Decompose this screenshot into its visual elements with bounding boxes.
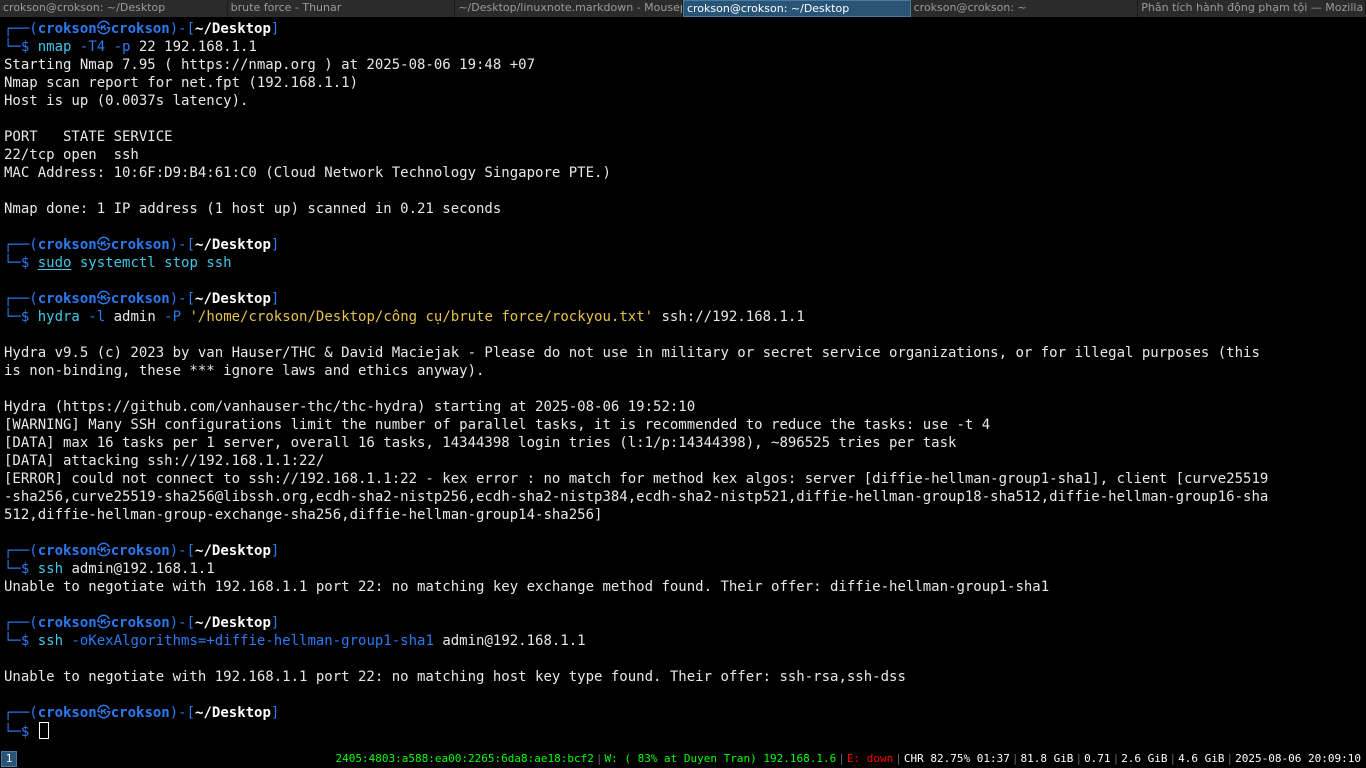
command-line-5: └─$ ssh -oKexAlgorithms=+diffie-hellman-… [4, 633, 586, 649]
command-line-4: └─$ ssh admin@192.168.1.1 [4, 561, 215, 577]
command-args: admin@192.168.1.1 [433, 633, 586, 649]
status-ethernet: E: down [846, 752, 894, 765]
prompt-line-current: ┌──(crokson㉿crokson)-[~/Desktop] [4, 705, 280, 721]
prompt-skull-icon: ㉿ [96, 705, 111, 721]
output-line: Starting Nmap 7.95 ( https://nmap.org ) … [4, 57, 536, 73]
prompt-cwd: ~/Desktop [195, 21, 271, 37]
status-disk: 81.8 GiB [1020, 752, 1074, 765]
terminal-output[interactable]: ┌──(crokson㉿crokson)-[~/Desktop] └─$ nma… [0, 20, 1366, 746]
command-args: admin [105, 309, 156, 325]
command-args: ssh://192.168.1.1 [653, 309, 805, 325]
window-tab-terminal-active[interactable]: crokson@crokson: ~/Desktop [682, 0, 911, 17]
output-line: PORT STATE SERVICE [4, 129, 173, 145]
window-tab-terminal-home[interactable]: crokson@crokson: ~ [910, 0, 1139, 17]
output-line: Hydra (https://github.com/vanhauser-thc/… [4, 399, 696, 415]
prompt-frame: ┌──( [4, 21, 38, 37]
prompt-line-3: ┌──(crokson㉿crokson)-[~/Desktop] [4, 291, 280, 307]
window-tab-mousepad[interactable]: ~/Desktop/linuxnote.markdown - Mousepad [455, 0, 683, 17]
prompt-skull-icon: ㉿ [96, 21, 111, 37]
status-datetime: 2025-08-06 20:09:10 [1235, 752, 1361, 765]
prompt-user: crokson [37, 21, 97, 37]
command-string: '/home/crokson/Desktop/công cụ/brute for… [181, 309, 654, 325]
command-line-2: └─$ sudo systemctl stop ssh [4, 255, 232, 271]
command-program: ssh [37, 633, 64, 649]
output-line: Unable to negotiate with 192.168.1.1 por… [4, 579, 1050, 595]
window-tab-terminal-1[interactable]: crokson@crokson: ~/Desktop [0, 0, 228, 17]
prompt-line-1: ┌──(crokson㉿crokson)-[~/Desktop] [0, 20, 1366, 38]
command-program: hydra [37, 309, 80, 325]
prompt-line-2: ┌──(crokson㉿crokson)-[~/Desktop] [4, 237, 280, 253]
prompt-frame: ] [270, 21, 280, 37]
prompt-skull-icon: ㉿ [96, 291, 111, 307]
window-tab-bar: crokson@crokson: ~/Desktop brute force -… [0, 0, 1366, 17]
status-battery: CHR 82.75% 01:37 [903, 752, 1010, 765]
prompt-skull-icon: ㉿ [96, 543, 111, 559]
command-option: -oKexAlgorithms=+diffie-hellman-group1-s… [63, 633, 434, 649]
command-option: -p [105, 39, 131, 55]
prompt-skull-icon: ㉿ [96, 615, 111, 631]
output-line: [DATA] max 16 tasks per 1 server, overal… [4, 435, 957, 451]
output-line: Hydra v9.5 (c) 2023 by van Hauser/THC & … [4, 345, 1260, 361]
status-ipv6: 2405:4803:a588:ea00:2265:6da8:ae18:bcf2 [335, 752, 594, 765]
output-line: [ERROR] could not connect to ssh://192.1… [4, 471, 1269, 487]
output-line: [DATA] attacking ssh://192.168.1.1:22/ [4, 453, 325, 469]
command-line-3: └─$ hydra -l admin -P '/home/crokson/Des… [4, 309, 805, 325]
output-line: [WARNING] Many SSH configurations limit … [4, 417, 991, 433]
output-line: Host is up (0.0037s latency). [4, 93, 249, 109]
command-option: -P [155, 309, 182, 325]
status-memory-available: 4.6 GiB [1178, 752, 1225, 765]
command-program: systemctl [71, 255, 156, 271]
command-sudo: sudo [37, 255, 72, 271]
command-line-1: └─$ nmap -T4 -p 22 192.168.1.1 [4, 39, 257, 55]
command-input-line[interactable]: └─$ [0, 722, 1366, 740]
command-args: admin@192.168.1.1 [63, 561, 215, 577]
output-line: Unable to negotiate with 192.168.1.1 por… [4, 669, 906, 685]
window-tab-firefox[interactable]: Phân tích hành động phạm tội — Mozilla F… [1138, 0, 1366, 17]
output-line: Nmap done: 1 IP address (1 host up) scan… [4, 201, 502, 217]
prompt-skull-icon: ㉿ [96, 237, 111, 253]
prompt-frame: )-[ [169, 21, 196, 37]
command-args: 22 192.168.1.1 [130, 39, 257, 55]
window-tab-thunar[interactable]: brute force - Thunar [227, 0, 456, 17]
status-blocks: 2405:4803:a588:ea00:2265:6da8:ae18:bcf2 |… [334, 750, 1366, 768]
command-option: -T4 [71, 39, 106, 55]
status-wifi: W: ( 83% at Duyen Tran) 192.168.1.6 [604, 752, 837, 765]
workspace-button-1[interactable]: 1 [1, 751, 17, 767]
text-cursor [38, 722, 49, 739]
command-program: nmap [37, 39, 72, 55]
output-line: -sha256,curve25519-sha256@libssh.org,ecd… [4, 489, 1269, 505]
prompt-line-5: ┌──(crokson㉿crokson)-[~/Desktop] [4, 615, 280, 631]
command-program: ssh [37, 561, 64, 577]
i3-status-bar: 1 2405:4803:a588:ea00:2265:6da8:ae18:bcf… [0, 750, 1366, 768]
output-line: is non-binding, these *** ignore laws an… [4, 363, 485, 379]
status-memory-used: 2.6 GiB [1121, 752, 1168, 765]
prompt-host: crokson [110, 21, 170, 37]
prompt-line-4: ┌──(crokson㉿crokson)-[~/Desktop] [4, 543, 280, 559]
output-line: Nmap scan report for net.fpt (192.168.1.… [4, 75, 359, 91]
command-args: stop ssh [155, 255, 232, 271]
output-line: 22/tcp open ssh [4, 147, 139, 163]
status-load: 0.71 [1084, 752, 1111, 765]
output-line: 512,diffie-hellman-group-exchange-sha256… [4, 507, 603, 523]
command-option: -l [79, 309, 106, 325]
output-line: MAC Address: 10:6F:D9:B4:61:C0 (Cloud Ne… [4, 165, 611, 181]
